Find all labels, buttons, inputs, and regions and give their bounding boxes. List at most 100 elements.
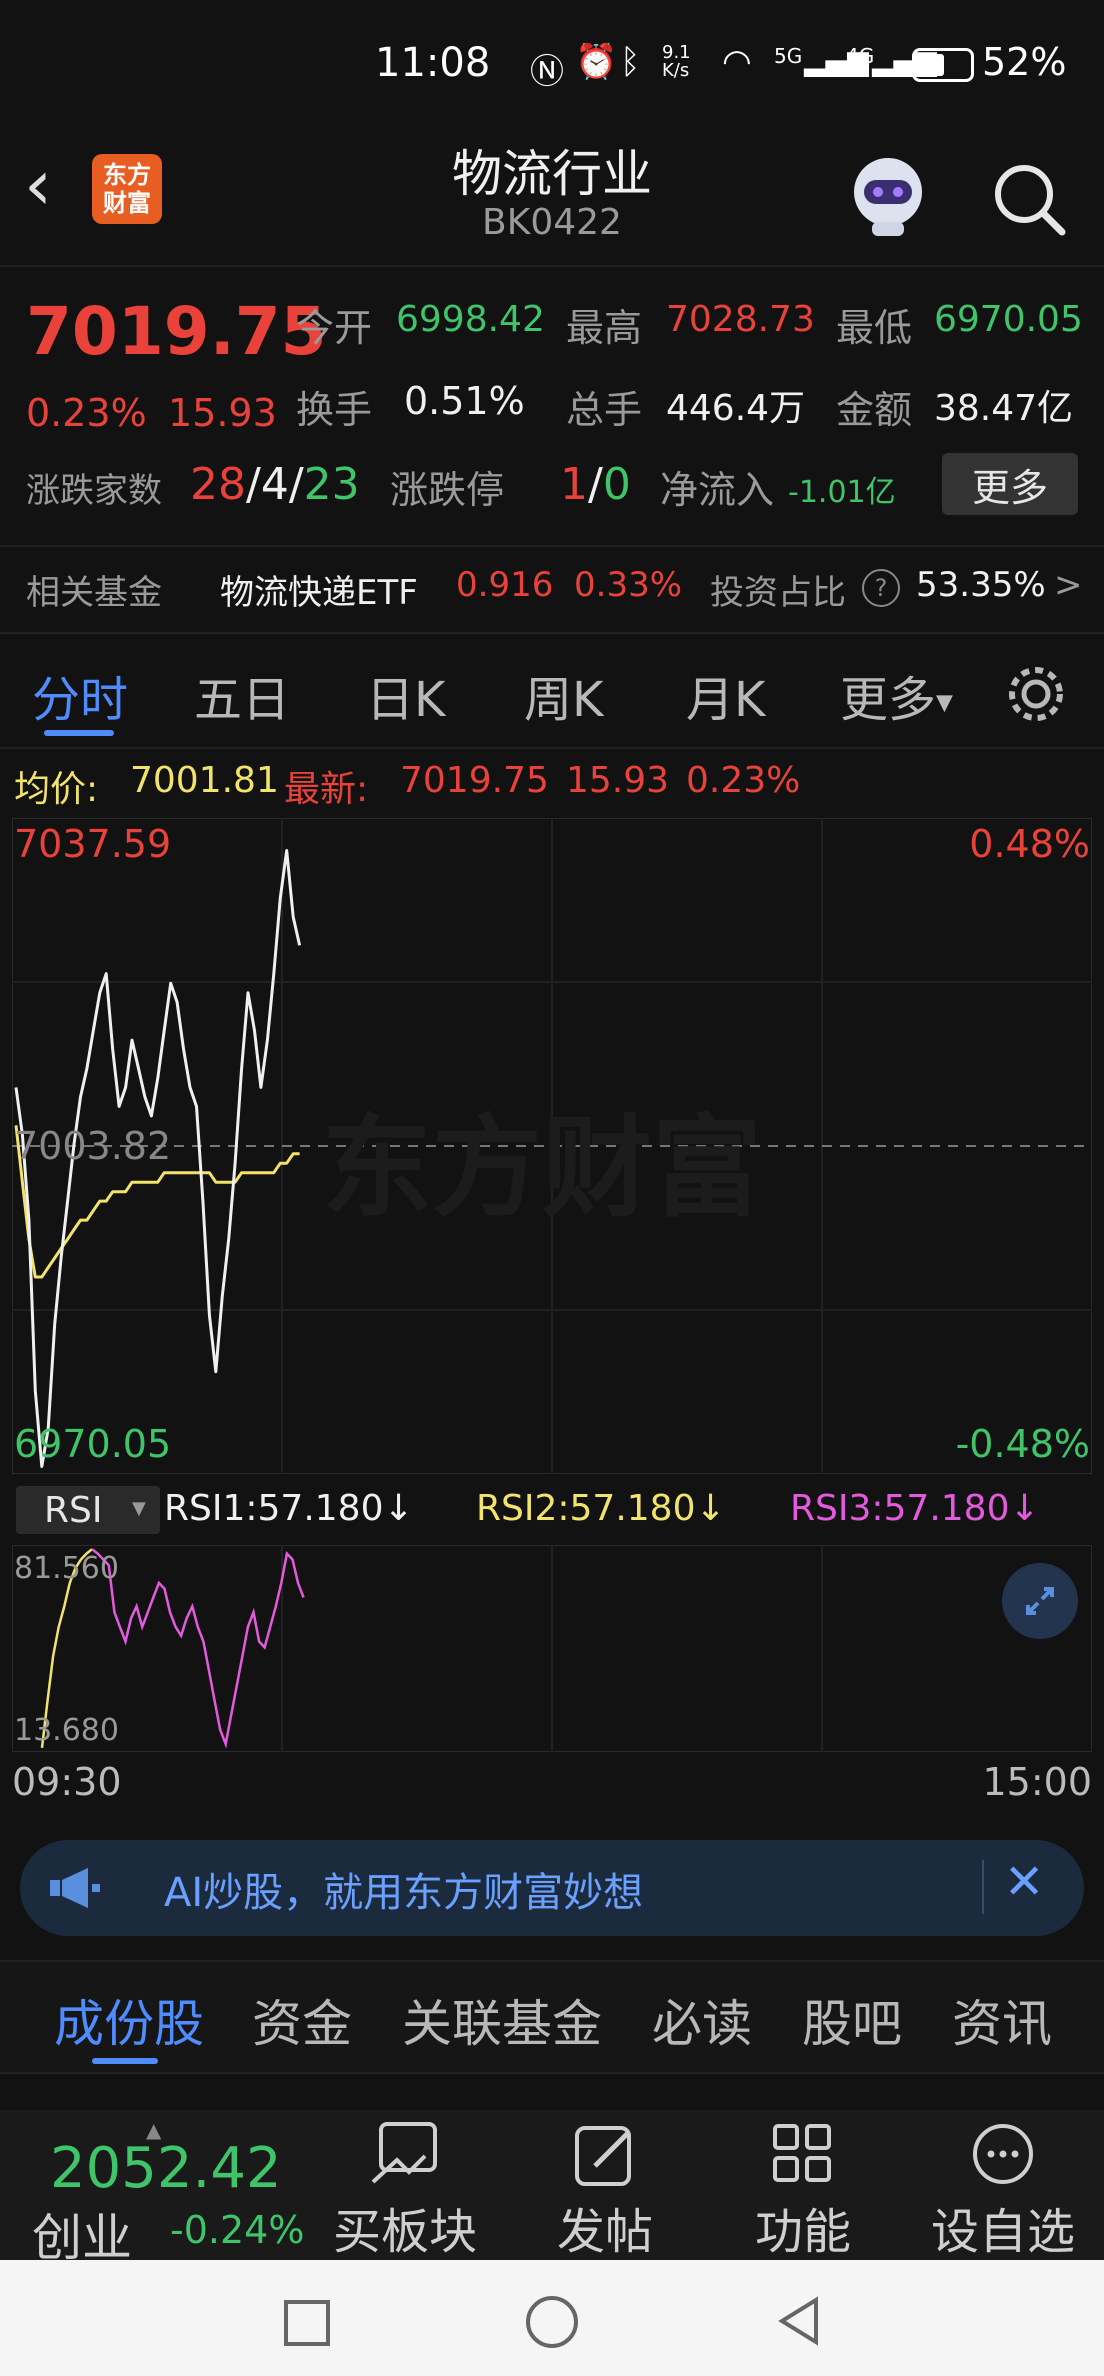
rsi1-label: RSI1:57.180↓ bbox=[164, 1488, 414, 1529]
index-ticker[interactable]: ▲ 2052.42 创业 -0.24% bbox=[20, 2118, 320, 2267]
tab-must-read[interactable]: 必读 bbox=[652, 1984, 752, 2056]
back-nav-icon[interactable] bbox=[776, 2296, 826, 2346]
fund-label: 相关基金 bbox=[26, 573, 162, 613]
rsi2-label: RSI2:57.180↓ bbox=[476, 1488, 726, 1529]
time-end: 15:00 bbox=[982, 1760, 1092, 1804]
logo-line2: 财富 bbox=[103, 189, 151, 217]
nfc-icon: Ⓝ bbox=[530, 52, 564, 92]
tab-constituents[interactable]: 成份股 bbox=[54, 1984, 204, 2056]
low-value: 6970.05 bbox=[934, 299, 1083, 340]
bluetooth-icon: ᛒ bbox=[620, 42, 641, 82]
buy-board-label: 买板块 bbox=[332, 2204, 477, 2260]
rsi-chart[interactable]: 81.560 13.680 bbox=[11, 1544, 1093, 1753]
adv-dec-label: 涨跌家数 bbox=[26, 471, 162, 511]
related-fund-row[interactable]: 相关基金 物流快递ETF 0.916 0.33% 投资占比 ? 53.35% > bbox=[0, 545, 1104, 634]
adv-dec-counts: 28/4/23 bbox=[190, 459, 360, 510]
limit-up-count: 1 bbox=[560, 459, 588, 510]
tab-monthly-k[interactable]: 月K bbox=[686, 660, 765, 730]
post-button[interactable]: 发帖 bbox=[520, 2120, 690, 2262]
open-label: 今开 bbox=[296, 306, 373, 350]
indicator-select-value: RSI bbox=[44, 1490, 103, 1531]
add-favorite-label: 设自选 bbox=[930, 2204, 1075, 2260]
tab-forum[interactable]: 股吧 bbox=[802, 1984, 902, 2056]
close-icon[interactable]: ✕ bbox=[1004, 1854, 1044, 1910]
tab-five-day[interactable]: 五日 bbox=[194, 660, 290, 730]
home-icon[interactable] bbox=[526, 2296, 578, 2348]
tab-funds-flow[interactable]: 资金 bbox=[252, 1984, 352, 2056]
expand-icon[interactable] bbox=[1002, 1563, 1078, 1639]
tab-active-indicator bbox=[44, 730, 114, 736]
avg-value: 7001.81 bbox=[130, 760, 279, 801]
tab-more[interactable]: 更多▼ bbox=[840, 660, 953, 730]
indicator-select[interactable]: RSI ▼ bbox=[16, 1486, 160, 1534]
alarm-icon: ⏰ bbox=[575, 42, 618, 82]
open-value: 6998.42 bbox=[396, 299, 545, 340]
recent-apps-icon[interactable] bbox=[284, 2300, 330, 2346]
app-logo: 东方 财富 bbox=[92, 154, 162, 224]
flat-count: 4 bbox=[260, 459, 289, 510]
robot-avatar-icon[interactable] bbox=[842, 148, 934, 240]
gear-icon[interactable] bbox=[1004, 662, 1068, 726]
tab-daily-k[interactable]: 日K bbox=[366, 660, 445, 730]
intraday-chart[interactable]: 东方财富 7037.59 7003.82 6970.05 0.48% -0.48… bbox=[11, 817, 1093, 1475]
high-label: 最高 bbox=[566, 306, 643, 350]
volume-value: 446.4万 bbox=[666, 388, 806, 429]
amount-value: 38.47亿 bbox=[934, 388, 1074, 429]
fund-name: 物流快递ETF bbox=[220, 573, 418, 613]
chevron-down-icon: ▼ bbox=[132, 1498, 146, 1519]
change-amount: 15.93 bbox=[168, 391, 277, 435]
rsi-bar: RSI ▼ RSI1:57.180↓ RSI2:57.180↓ RSI3:57.… bbox=[0, 1480, 1104, 1540]
netflow-label: 净流入 bbox=[660, 468, 775, 512]
edit-icon bbox=[575, 2126, 631, 2186]
functions-button[interactable]: 功能 bbox=[718, 2120, 888, 2262]
pct-label-bottom: -0.48% bbox=[955, 1422, 1090, 1466]
battery-percent: 52% bbox=[982, 40, 1067, 84]
index-value: 2052.42 bbox=[50, 2136, 282, 2201]
time-axis: 09:30 15:00 bbox=[0, 1752, 1104, 1814]
add-favorite-button[interactable]: 设自选 bbox=[918, 2120, 1088, 2262]
megaphone-icon bbox=[48, 1866, 104, 1910]
bottom-tab-indicator bbox=[92, 2058, 158, 2064]
page-title: 物流行业 bbox=[452, 145, 652, 203]
buy-board-button[interactable]: 买板块 bbox=[320, 2120, 490, 2262]
y-label-bottom: 6970.05 bbox=[14, 1422, 172, 1466]
high-value: 7028.73 bbox=[666, 299, 815, 340]
limit-down-count: 0 bbox=[602, 459, 631, 510]
net-speed-unit: K/s bbox=[662, 60, 690, 81]
latest-label: 最新: bbox=[284, 769, 369, 810]
search-icon[interactable] bbox=[990, 160, 1070, 240]
sep-1: / bbox=[246, 459, 261, 510]
tab-weekly-k[interactable]: 周K bbox=[524, 660, 603, 730]
ai-banner[interactable]: AI炒股，就用东方财富妙想 ✕ bbox=[20, 1840, 1084, 1936]
more-button[interactable]: 更多 bbox=[942, 453, 1078, 515]
tab-intraday[interactable]: 分时 bbox=[32, 660, 128, 730]
battery-level bbox=[918, 54, 944, 76]
back-icon[interactable]: ‹ bbox=[24, 150, 52, 220]
rsi-line bbox=[91, 1548, 305, 1749]
tab-related-funds[interactable]: 关联基金 bbox=[402, 1984, 602, 2056]
banner-divider bbox=[982, 1860, 984, 1914]
index-pct: -0.24% bbox=[170, 2208, 305, 2252]
turnover-label: 换手 bbox=[296, 388, 373, 432]
fund-pct: 0.33% bbox=[574, 565, 683, 605]
help-icon[interactable]: ? bbox=[862, 569, 900, 607]
status-bar: 11:08 Ⓝ ⏰ ᛒ 9.1 K/s ◠ 5G ▂▄▆ 4G ▂▄▆ 52% bbox=[0, 0, 1104, 130]
netflow-value: -1.01亿 bbox=[788, 475, 896, 510]
sep-2: / bbox=[288, 459, 304, 510]
banner-text: AI炒股，就用东方财富妙想 bbox=[164, 1870, 644, 1916]
bottom-toolbar: ▲ 2052.42 创业 -0.24% 买板块 发帖 功能 设自选 bbox=[0, 2110, 1104, 2267]
post-label: 发帖 bbox=[556, 2204, 653, 2260]
more-icon bbox=[973, 2124, 1033, 2184]
volume-label: 总手 bbox=[566, 388, 643, 432]
pct-label-top: 0.48% bbox=[969, 822, 1090, 866]
functions-label: 功能 bbox=[754, 2204, 851, 2260]
signal-5g: 5G bbox=[774, 44, 803, 68]
y-label-top: 7037.59 bbox=[14, 822, 172, 866]
tab-news[interactable]: 资讯 bbox=[952, 1984, 1052, 2056]
net-speed: 9.1 K/s bbox=[662, 44, 691, 80]
advance-count: 28 bbox=[190, 459, 246, 510]
buy-icon bbox=[371, 2122, 437, 2184]
logo-line1: 东方 bbox=[103, 161, 151, 189]
current-price: 7019.75 bbox=[26, 293, 327, 370]
y-label-mid: 7003.82 bbox=[14, 1124, 172, 1168]
